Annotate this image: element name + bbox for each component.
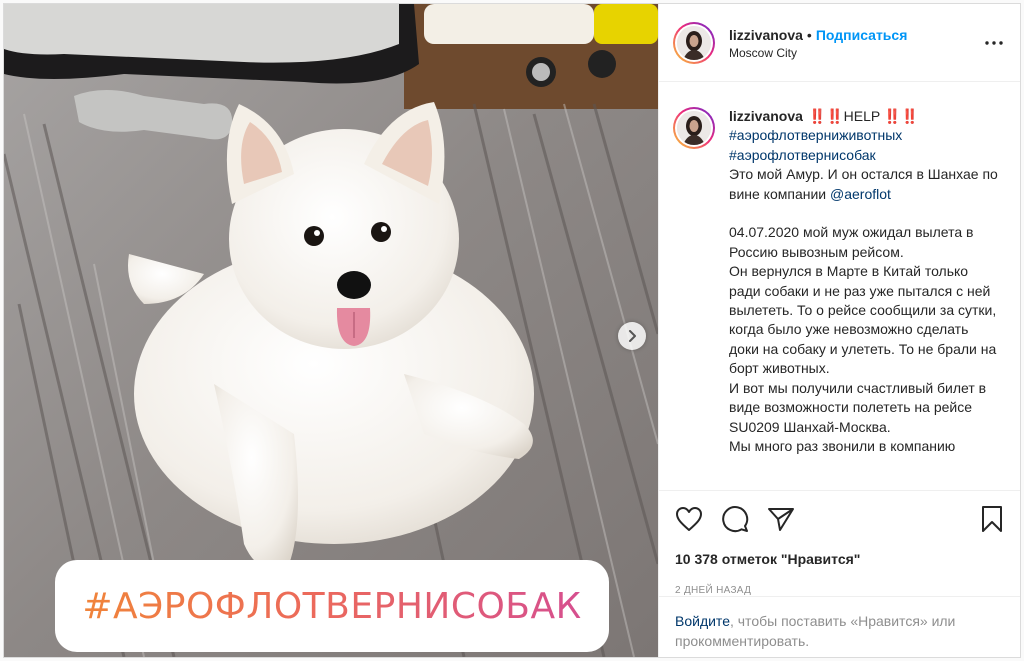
- caption-paragraph: Мы много раз звонили в компанию: [729, 437, 956, 454]
- comment-button[interactable]: [721, 503, 753, 535]
- caption-avatar[interactable]: [673, 107, 715, 149]
- save-button[interactable]: [972, 503, 1004, 535]
- login-prompt: Войдите, чтобы поставить «Нравится» или …: [659, 596, 1020, 657]
- caption-paragraph: Он вернулся в Марте в Китай только ради …: [729, 263, 1001, 377]
- hashtag-link[interactable]: #аэрофлотвернисобак: [729, 146, 1001, 165]
- author-username[interactable]: lizzivanova: [729, 27, 803, 43]
- follow-button[interactable]: Подписаться: [816, 27, 908, 43]
- caption-username[interactable]: lizzivanova: [729, 108, 803, 124]
- caption-first-line: lizzivanova ‼️‼️HELP ‼️‼️: [729, 107, 1001, 126]
- carousel-next-button[interactable]: [618, 322, 646, 350]
- send-icon: [768, 508, 794, 531]
- more-horizontal-icon: [985, 40, 1003, 45]
- post-header: lizzivanova • Подписаться Moscow City: [659, 4, 1020, 82]
- heart-icon: [676, 507, 702, 531]
- login-link[interactable]: Войдите: [675, 613, 730, 629]
- post-location[interactable]: Moscow City: [729, 46, 982, 60]
- post-dialog: #АЭРОФЛОТВЕРНИСОБАК lizzivanova • Подпис…: [3, 3, 1021, 658]
- avatar-photo: [677, 111, 711, 145]
- more-options-button[interactable]: [982, 31, 1006, 55]
- caption-spacer: ​: [729, 204, 1001, 223]
- caption-text: lizzivanova ‼️‼️HELP ‼️‼️ #аэрофлотверниж…: [729, 107, 1001, 489]
- avatar[interactable]: [673, 21, 715, 64]
- post-actions: 10 378 отметок "Нравится" 2 дней назад: [659, 490, 1020, 596]
- like-button[interactable]: [675, 503, 707, 535]
- caption-help-text: ‼️‼️HELP ‼️‼️: [804, 108, 919, 124]
- caption-section[interactable]: lizzivanova ‼️‼️HELP ‼️‼️ #аэрофлотверниж…: [659, 83, 1020, 489]
- caption-paragraph: 04.07.2020 мой муж ожидал вылета в Росси…: [729, 224, 978, 260]
- hashtag-link[interactable]: #аэрофлотверниживотных: [729, 126, 1001, 145]
- avatar-photo: [677, 25, 711, 60]
- image-hashtag-text: #АЭРОФЛОТВЕРНИСОБАК: [82, 585, 582, 627]
- chevron-right-icon: [629, 330, 636, 342]
- caption-paragraph: И вот мы получили счастливый билет в вид…: [729, 379, 990, 435]
- share-button[interactable]: [767, 503, 799, 535]
- caption-paragraph: Это мой Амур. И он остался в Шанхае по в…: [729, 165, 1001, 204]
- post-timestamp[interactable]: 2 дней назад: [675, 585, 1004, 596]
- comment-icon: [722, 506, 749, 533]
- separator-dot: •: [806, 26, 812, 43]
- post-side-panel: lizzivanova • Подписаться Moscow City li…: [658, 4, 1020, 657]
- image-hashtag-overlay: #АЭРОФЛОТВЕРНИСОБАК: [55, 560, 609, 652]
- mention-link[interactable]: @aeroflot: [830, 186, 891, 202]
- bookmark-icon: [982, 506, 1002, 532]
- post-media[interactable]: #АЭРОФЛОТВЕРНИСОБАК: [4, 4, 658, 657]
- likes-count[interactable]: 10 378 отметок "Нравится": [675, 551, 1004, 567]
